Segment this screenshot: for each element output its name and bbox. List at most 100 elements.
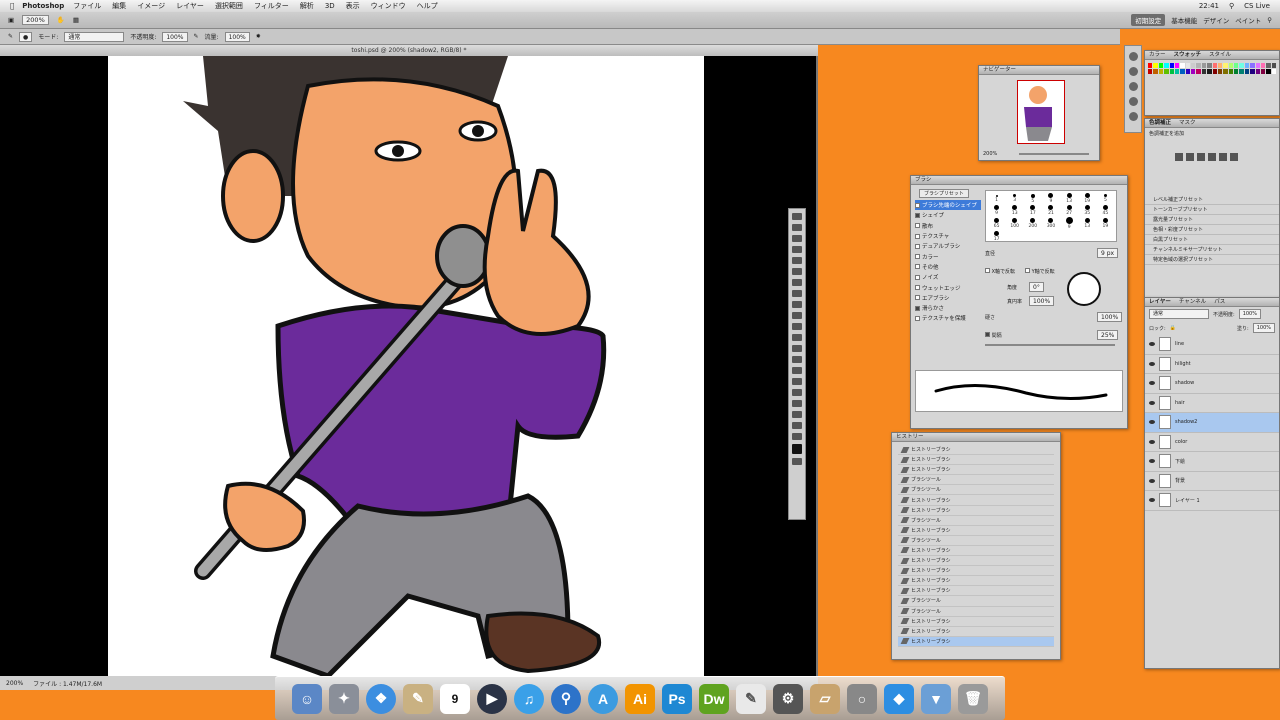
visibility-icon[interactable]	[1149, 400, 1155, 405]
swatch[interactable]	[1244, 63, 1250, 68]
curves-icon[interactable]	[1197, 153, 1205, 161]
brush-size-picker[interactable]: ●	[19, 31, 33, 42]
brush-option[interactable]: シェイプ	[915, 210, 981, 220]
history-state[interactable]: ヒストリーブラシ	[898, 617, 1054, 627]
menu-file[interactable]: ファイル	[73, 1, 101, 11]
history-state[interactable]: ヒストリーブラシ	[898, 586, 1054, 597]
navigator-zoom-slider[interactable]	[1019, 153, 1089, 155]
layer-row[interactable]: shadow	[1145, 374, 1279, 394]
brush-option[interactable]: 滑らかさ	[915, 303, 981, 313]
roundness-field[interactable]: 100%	[1029, 296, 1055, 306]
preset-exposure[interactable]: 露光量プリセット	[1145, 215, 1279, 225]
history-state[interactable]: ブラシツール	[898, 607, 1054, 617]
brush-tip[interactable]: 9	[988, 205, 1005, 216]
swatch[interactable]	[1169, 69, 1174, 74]
preview-icon[interactable]: ✎	[403, 683, 433, 714]
preset-curves[interactable]: トーンカーブプリセット	[1145, 205, 1279, 215]
dropbox-icon[interactable]: ◆	[884, 683, 914, 714]
brush-option-checkbox[interactable]	[915, 264, 920, 270]
brush-option-checkbox[interactable]	[915, 243, 920, 249]
hardness-field[interactable]: 100%	[1097, 312, 1123, 322]
menu-layer[interactable]: レイヤー	[176, 1, 204, 11]
swatch[interactable]	[1201, 69, 1207, 74]
preset-bw[interactable]: 白黒プリセット	[1145, 235, 1279, 245]
quick-mask-icon[interactable]	[792, 458, 802, 465]
apple-icon[interactable]: 	[10, 2, 14, 10]
lasso-tool-icon[interactable]	[792, 235, 802, 242]
navigator-thumbnail[interactable]	[1017, 80, 1065, 144]
tab-styles[interactable]: スタイル	[1209, 51, 1231, 59]
brush-tip[interactable]: 9	[1061, 217, 1078, 230]
brush-option-checkbox[interactable]	[915, 295, 920, 301]
path-select-tool-icon[interactable]	[792, 389, 802, 396]
history-state[interactable]: ヒストリーブラシ	[898, 526, 1054, 536]
swatch[interactable]	[1228, 63, 1233, 68]
brush-option[interactable]: テクスチャを保護	[915, 313, 981, 323]
workspace-default[interactable]: 初期設定	[1131, 14, 1166, 26]
blur-tool-icon[interactable]	[792, 345, 802, 352]
brush-option[interactable]: カラー	[915, 251, 981, 261]
angle-field[interactable]: 0°	[1029, 282, 1044, 292]
app-store-icon[interactable]: A	[588, 683, 618, 714]
history-brush-tool-icon[interactable]	[792, 312, 802, 319]
history-title[interactable]: ヒストリー	[892, 433, 1060, 442]
document-tab[interactable]: toshi.psd @ 200% (shadow2, RGB/8) *	[0, 45, 818, 56]
swatch[interactable]	[1169, 63, 1174, 68]
calendar-icon[interactable]: 9	[440, 683, 470, 714]
swatch[interactable]	[1191, 69, 1196, 74]
system-search-icon[interactable]: ⚲	[551, 683, 581, 714]
visibility-icon[interactable]	[1149, 342, 1155, 347]
brush-tip[interactable]: 65	[988, 217, 1005, 230]
spacing-checkbox[interactable]: 間隔	[985, 332, 1002, 339]
angle-roundness-widget[interactable]	[1067, 272, 1101, 306]
swatches-panel-icon[interactable]	[1128, 67, 1138, 76]
brush-tip[interactable]: 13	[1061, 193, 1078, 204]
system-preferences-icon[interactable]: ⚙	[773, 683, 803, 714]
flip-x-checkbox[interactable]: X軸で反転	[985, 268, 1015, 275]
shape-tool-icon[interactable]	[792, 400, 802, 407]
cs-live[interactable]: CS Live	[1244, 2, 1270, 10]
grapher-icon[interactable]: ○	[847, 683, 877, 714]
swatch[interactable]	[1228, 69, 1233, 74]
preset-channel-mixer[interactable]: チャンネルミキサープリセット	[1145, 245, 1279, 255]
masks-panel-icon[interactable]	[1128, 112, 1138, 121]
layer-row[interactable]: 背景	[1145, 472, 1279, 491]
text-edit-icon[interactable]: ✎	[736, 683, 766, 714]
navigator-title[interactable]: ナビゲーター	[979, 66, 1099, 75]
swatch[interactable]	[1271, 69, 1276, 74]
swatch[interactable]	[1185, 63, 1190, 68]
photoshop-icon[interactable]: Ps	[662, 683, 692, 714]
tab-swatches[interactable]: スウォッチ	[1174, 51, 1202, 59]
swatch[interactable]	[1239, 69, 1244, 74]
type-tool-icon[interactable]	[792, 378, 802, 385]
pressure-opacity-icon[interactable]: ✎	[194, 33, 199, 40]
swatch[interactable]	[1207, 63, 1212, 68]
lock-icon[interactable]: 🔒	[1170, 325, 1176, 331]
quick-select-tool-icon[interactable]	[792, 246, 802, 253]
brush-tip[interactable]: 9	[1042, 193, 1059, 204]
quicktime-icon[interactable]: ▶	[477, 683, 507, 714]
preset-levels[interactable]: レベル補正プリセット	[1145, 195, 1279, 205]
history-state-current[interactable]: ヒストリーブラシ	[898, 636, 1054, 647]
swatch[interactable]	[1207, 69, 1212, 74]
tab-color[interactable]: カラー	[1149, 51, 1166, 59]
adjustments-panel-icon[interactable]	[1128, 97, 1138, 106]
opacity-field[interactable]: 100%	[162, 31, 188, 42]
visibility-icon[interactable]	[1149, 498, 1155, 503]
brush-tip[interactable]: 200	[1024, 217, 1041, 230]
hue-sat-icon[interactable]	[1230, 153, 1238, 161]
layer-row-selected[interactable]: shadow2	[1145, 413, 1279, 433]
brush-option-checkbox[interactable]	[915, 285, 920, 291]
workspace-design[interactable]: デザイン	[1203, 15, 1229, 25]
clone-tool-icon[interactable]	[792, 301, 802, 308]
foreground-color-icon[interactable]	[792, 444, 802, 454]
healing-tool-icon[interactable]	[792, 279, 802, 286]
spacing-slider[interactable]	[985, 344, 1115, 346]
archive-icon[interactable]: ▱	[810, 683, 840, 714]
swatch[interactable]	[1158, 63, 1164, 68]
swatch[interactable]	[1223, 63, 1228, 68]
brush-option[interactable]: ノイズ	[915, 272, 981, 282]
color-panel-icon[interactable]	[1128, 52, 1138, 61]
tab-paths[interactable]: パス	[1214, 298, 1225, 306]
brush-option-checkbox[interactable]	[915, 233, 920, 239]
